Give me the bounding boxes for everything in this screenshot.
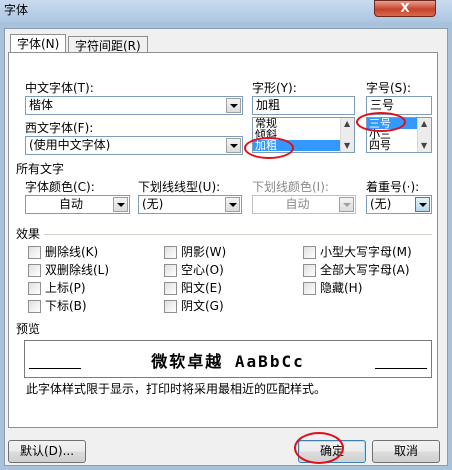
- subscript-checkbox[interactable]: [28, 300, 41, 313]
- underline-color-select: 自动: [252, 195, 356, 214]
- chevron-down-icon[interactable]: [415, 197, 430, 212]
- underline-type-label: 下划线线型(U):: [138, 180, 221, 194]
- chevron-down-icon: [339, 197, 354, 212]
- annotation-ring-style: [244, 137, 294, 159]
- list-item[interactable]: 常规: [253, 118, 354, 129]
- scrollbar[interactable]: ▲ ▼: [417, 118, 431, 152]
- emboss-label[interactable]: 阳文(E): [181, 281, 222, 295]
- chevron-down-icon[interactable]: [225, 197, 240, 212]
- font-color-select[interactable]: 自动: [25, 195, 130, 214]
- chevron-down-icon[interactable]: [226, 138, 241, 153]
- double-strikethrough-checkbox[interactable]: [28, 264, 41, 277]
- hidden-checkbox[interactable]: [303, 282, 316, 295]
- emphasis-mark-value: (无): [370, 197, 392, 211]
- all-caps-label[interactable]: 全部大写字母(A): [320, 263, 410, 277]
- strikethrough-label[interactable]: 删除线(K): [45, 245, 98, 259]
- shadow-checkbox[interactable]: [164, 246, 177, 259]
- underline-type-value: (无): [142, 197, 164, 211]
- emphasis-mark-select[interactable]: (无): [366, 195, 432, 214]
- western-font-select[interactable]: (使用中文字体): [25, 136, 243, 155]
- shadow-label[interactable]: 阴影(W): [181, 245, 226, 259]
- all-text-section-label: 所有文字: [16, 162, 65, 176]
- western-font-label: 西文字体(F):: [25, 121, 94, 135]
- small-caps-label[interactable]: 小型大写字母(M): [320, 245, 412, 259]
- font-color-label: 字体颜色(C):: [25, 180, 95, 194]
- font-size-label: 字号(S):: [366, 81, 412, 95]
- font-color-value: 自动: [58, 197, 83, 211]
- double-strikethrough-label[interactable]: 双删除线(L): [45, 263, 109, 277]
- scrollbar[interactable]: ▲ ▼: [340, 118, 354, 152]
- effects-section-label: 效果: [16, 227, 41, 241]
- superscript-checkbox[interactable]: [28, 282, 41, 295]
- annotation-ring-size: [356, 112, 406, 132]
- outline-label[interactable]: 空心(O): [181, 263, 224, 277]
- all-caps-checkbox[interactable]: [303, 264, 316, 277]
- outline-checkbox[interactable]: [164, 264, 177, 277]
- emphasis-mark-label: 着重号(·):: [366, 180, 420, 194]
- cancel-button[interactable]: 取消: [372, 440, 440, 463]
- close-button[interactable]: X: [374, 0, 436, 17]
- emboss-checkbox[interactable]: [164, 282, 177, 295]
- superscript-label[interactable]: 上标(P): [45, 281, 86, 295]
- engrave-checkbox[interactable]: [164, 300, 177, 313]
- engrave-label[interactable]: 阴文(G): [181, 299, 224, 313]
- annotation-ring-ok: [294, 432, 344, 464]
- divider: [44, 234, 432, 235]
- default-button[interactable]: 默认(D)...: [8, 440, 86, 463]
- chinese-font-value: 楷体: [29, 98, 54, 112]
- western-font-value: (使用中文字体): [29, 138, 111, 152]
- preview-note: 此字体样式限于显示，打印时将采用最相近的匹配样式。: [26, 382, 327, 396]
- underline-color-value: 自动: [285, 197, 310, 211]
- small-caps-checkbox[interactable]: [303, 246, 316, 259]
- preview-sample-text: 微软卓越 AaBbCc: [151, 352, 305, 371]
- chinese-font-select[interactable]: 楷体: [25, 96, 243, 115]
- preview-box: 微软卓越 AaBbCc: [24, 340, 432, 378]
- window-title: 字体: [4, 3, 29, 17]
- chinese-font-label: 中文字体(T):: [25, 81, 94, 95]
- chevron-down-icon[interactable]: [226, 98, 241, 113]
- font-style-label: 字形(Y):: [252, 81, 297, 95]
- font-style-input[interactable]: 加粗: [252, 96, 355, 115]
- subscript-label[interactable]: 下标(B): [45, 299, 87, 313]
- hidden-label[interactable]: 隐藏(H): [320, 281, 362, 295]
- strikethrough-checkbox[interactable]: [28, 246, 41, 259]
- chevron-down-icon[interactable]: [113, 197, 128, 212]
- preview-section-label: 预览: [16, 322, 41, 336]
- underline-type-select[interactable]: (无): [138, 195, 242, 214]
- underline-color-label: 下划线颜色(I):: [252, 180, 329, 194]
